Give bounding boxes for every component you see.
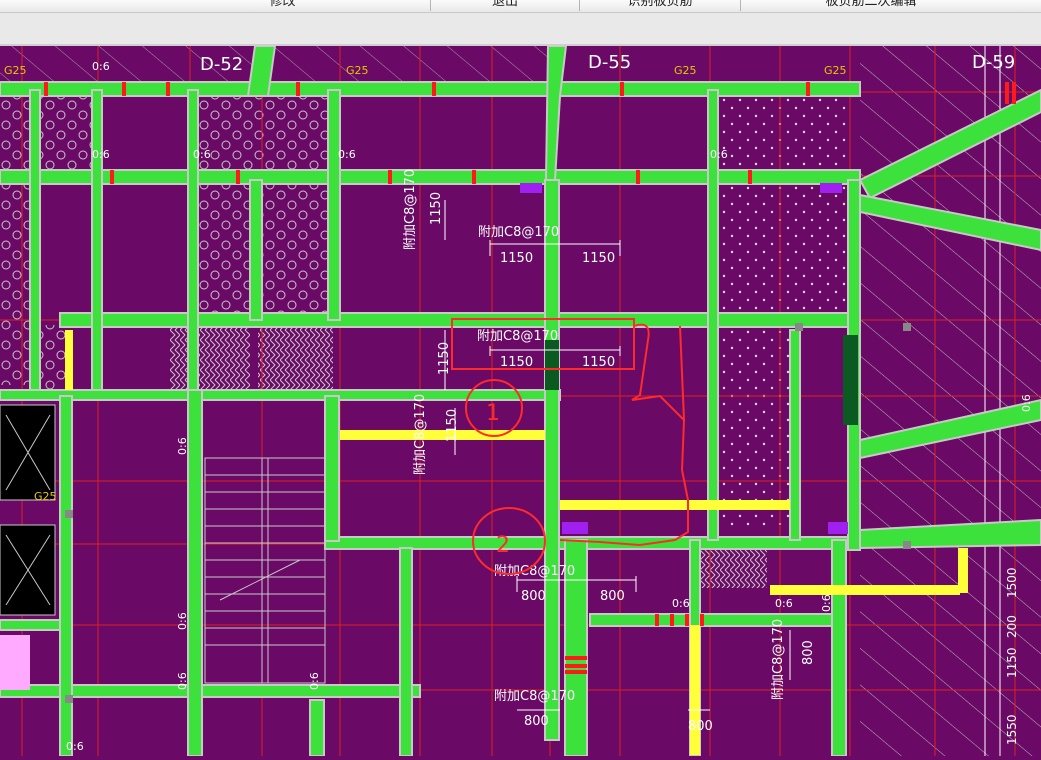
cad-canvas[interactable]: D-52 D-55 D-59 G25 G25 G25 G25 G25 0:6 0… <box>0 45 1041 757</box>
beam-tag: G25 <box>824 64 847 77</box>
beam-tag: G25 <box>674 64 697 77</box>
side-dim: 1500 <box>1005 567 1019 598</box>
stair <box>204 457 326 684</box>
toolbar: 修改 退出 识别板负筋 板负筋二次编辑 <box>0 0 1041 13</box>
slab-neg-rebar-edit-button[interactable]: 板负筋二次编辑 <box>741 0 1001 11</box>
slab-mark: 0:6 <box>820 594 833 612</box>
slab-mark: 0:6 <box>193 148 211 161</box>
beam-tag: G25 <box>34 490 57 503</box>
slab-mark: 0:6 <box>1020 394 1033 412</box>
rebar-dim: 1150 <box>500 355 533 370</box>
side-dimensions: 1500 200 1150 1550 <box>1005 567 1019 745</box>
rebar-dim: 800 <box>801 640 816 665</box>
slab-mark: 0:6 <box>672 597 690 610</box>
rebar-label-4: 附加C8@170 <box>413 394 428 475</box>
slab-mark: 0:6 <box>338 148 356 161</box>
rebar-dim: 800 <box>688 719 713 734</box>
axis-label-d59: D-59 <box>972 52 1015 73</box>
annotation-number-1: 1 <box>486 401 500 426</box>
axis-label-d55: D-55 <box>588 52 631 73</box>
side-dim: 200 <box>1005 615 1019 638</box>
modify-button[interactable]: 修改 <box>135 0 431 11</box>
annotation-number-2: 2 <box>496 533 510 558</box>
markup-annotations <box>451 318 689 575</box>
slab-mark: 0:6 <box>92 148 110 161</box>
rebar-dim: 800 <box>600 589 625 604</box>
slab-mark: 0:6 <box>308 672 321 690</box>
identify-slab-neg-rebar-button[interactable]: 识别板负筋 <box>580 0 741 11</box>
axis-label-d52: D-52 <box>200 54 243 75</box>
slab-mark: 0:6 <box>176 672 189 690</box>
rebar-dim: 1150 <box>582 355 615 370</box>
beam-tag: G25 <box>4 64 27 77</box>
rebar-dim: 1150 <box>429 192 444 225</box>
beam-tag: G25 <box>346 64 369 77</box>
annotation-numbers: 1 2 <box>486 401 510 558</box>
slab-mark: 0:6 <box>176 612 189 630</box>
exit-button[interactable]: 退出 <box>431 0 580 11</box>
filled-slabs <box>0 95 848 588</box>
rebar-dim: 800 <box>521 589 546 604</box>
rebar-dim: 1150 <box>437 342 452 375</box>
side-dim: 1150 <box>1005 647 1019 678</box>
toolbar-strip <box>0 13 1041 46</box>
slab-mark: 0:6 <box>775 597 793 610</box>
rebar-dim: 800 <box>524 714 549 729</box>
rebar-label-1: 附加C8@170 <box>478 225 559 240</box>
side-dim: 1550 <box>1005 714 1019 745</box>
rebar-label-7: 附加C8@170 <box>771 619 786 700</box>
rebar-label-2: 附加C8@170 <box>477 329 558 344</box>
rebar-label-6: 附加C8@170 <box>494 689 575 704</box>
rebar-label-5: 附加C8@170 <box>494 564 575 579</box>
rebar-label-3: 附加C8@170 <box>403 169 418 250</box>
rebar-dim: 1150 <box>445 409 460 442</box>
rebar-dim: 1150 <box>582 251 615 266</box>
rebar-dim: 1150 <box>500 251 533 266</box>
annotation-freehand <box>559 323 689 547</box>
slab-mark: 0:6 <box>176 437 189 455</box>
slab-mark: 0:6 <box>92 60 110 73</box>
slab-mark: 0:6 <box>710 148 728 161</box>
slab-mark: 0:6 <box>66 740 84 753</box>
